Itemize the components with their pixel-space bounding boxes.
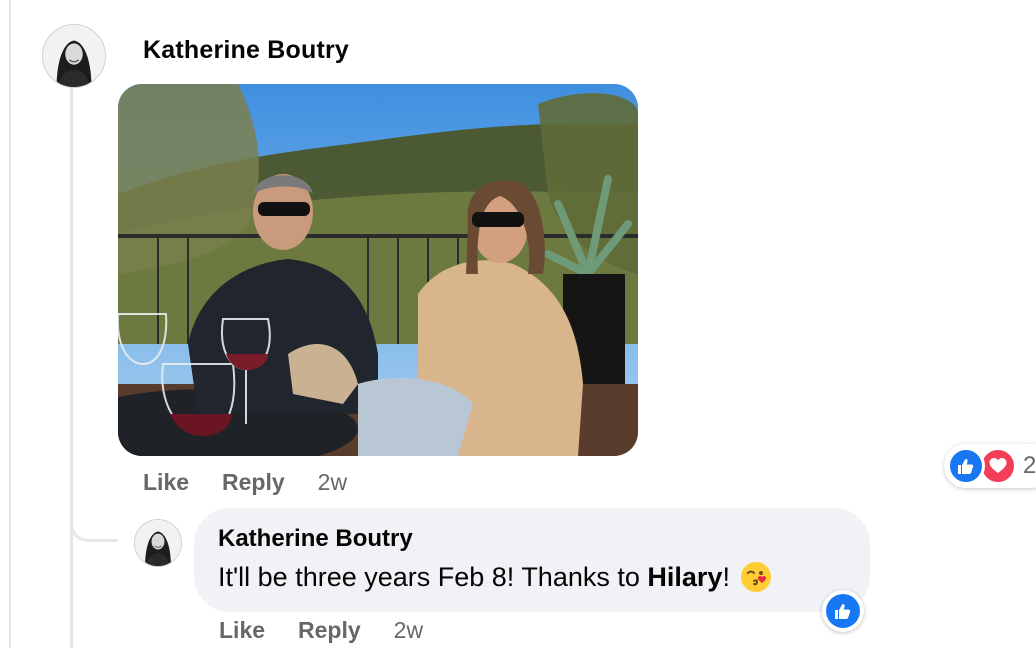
comment-author-avatar[interactable] [42,24,106,88]
comment-author-name[interactable]: Katherine Boutry [143,36,349,65]
reply-actions: Like Reply 2w [219,617,423,644]
face-blowing-kiss-emoji-icon [740,561,772,593]
avatar-photo [43,25,105,87]
reply-button[interactable]: Reply [298,617,361,644]
reply-timestamp[interactable]: 2w [394,617,423,644]
comment-timestamp[interactable]: 2w [318,469,347,496]
outdoor-patio-photo [118,84,638,456]
comment-actions: Like Reply 2w [143,469,347,496]
like-button[interactable]: Like [143,469,189,496]
page-left-border [9,0,11,648]
reply-comment-bubble: Katherine Boutry It'll be three years Fe… [194,508,870,612]
reply-comment-text: It'll be three years Feb 8! Thanks to Hi… [218,561,772,593]
reaction-count: 2 [1023,452,1036,479]
reply-author-name[interactable]: Katherine Boutry [218,525,413,553]
like-reaction-icon [947,447,985,485]
reply-author-avatar[interactable] [134,519,182,567]
like-button[interactable]: Like [219,617,265,644]
reaction-summary[interactable]: 2 [944,444,1036,488]
thread-connector-line [70,88,73,648]
reply-text-end: ! [722,561,730,592]
comment-attached-photo[interactable] [118,84,638,456]
mention-link[interactable]: Hilary [647,562,722,593]
like-reaction-icon [826,594,860,628]
avatar-photo [135,520,181,566]
thread-connector-curve [70,488,118,542]
reply-button[interactable]: Reply [222,469,285,496]
reply-text-start: It'll be three years Feb 8! Thanks to [218,561,648,592]
reply-like-reaction-badge[interactable] [822,590,864,632]
